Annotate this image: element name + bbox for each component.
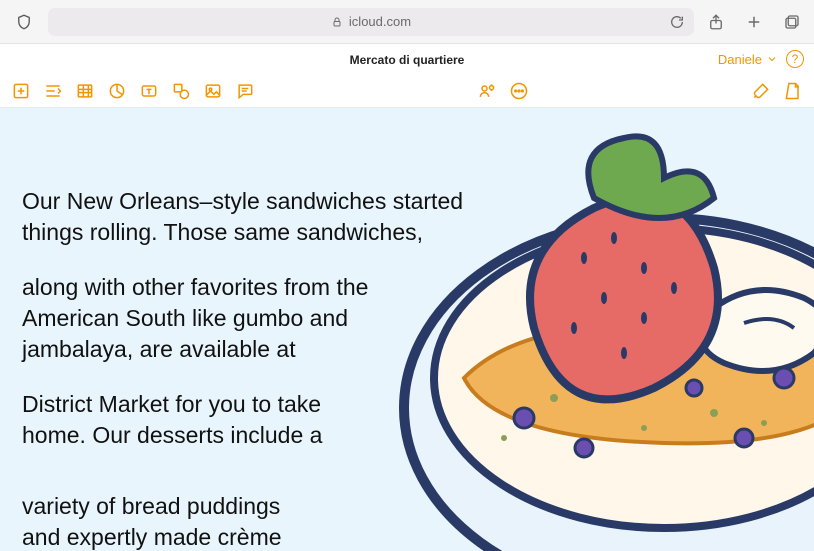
shape-button[interactable]	[170, 80, 192, 102]
chart-button[interactable]	[106, 80, 128, 102]
reload-button[interactable]	[668, 13, 686, 31]
paragraph: along with other favorites from the Amer…	[22, 272, 382, 365]
document-settings-button[interactable]	[782, 80, 804, 102]
user-menu-button[interactable]: Daniele	[718, 52, 778, 67]
tabs-overview-button[interactable]	[780, 10, 804, 34]
url-field[interactable]: icloud.com	[48, 8, 694, 36]
add-button[interactable]	[10, 80, 32, 102]
new-tab-button[interactable]	[742, 10, 766, 34]
lock-icon	[331, 16, 343, 28]
collaborate-button[interactable]	[476, 80, 498, 102]
toolbar	[0, 74, 814, 108]
url-center: icloud.com	[331, 14, 411, 29]
paragraph: variety of bread puddings and expertly m…	[22, 491, 322, 551]
url-host-text: icloud.com	[349, 14, 411, 29]
paragraph: District Market for you to take home. Ou…	[22, 389, 342, 451]
help-button[interactable]: ?	[786, 50, 804, 68]
dessert-illustration	[344, 108, 814, 551]
document-title: Mercato di quartiere	[0, 53, 814, 67]
image-button[interactable]	[202, 80, 224, 102]
format-brush-button[interactable]	[750, 80, 772, 102]
app-header: Mercato di quartiere Daniele ?	[0, 44, 814, 74]
privacy-shield-button[interactable]	[10, 8, 38, 36]
indent-button[interactable]	[42, 80, 64, 102]
browser-right-controls	[704, 10, 804, 34]
table-button[interactable]	[74, 80, 96, 102]
more-button[interactable]	[508, 80, 530, 102]
browser-address-bar: icloud.com	[0, 0, 814, 44]
textbox-button[interactable]	[138, 80, 160, 102]
document-canvas[interactable]: Our New Orleans–style sandwiches started…	[0, 108, 814, 551]
chevron-down-icon	[766, 53, 778, 65]
comment-button[interactable]	[234, 80, 256, 102]
user-name-label: Daniele	[718, 52, 762, 67]
share-button[interactable]	[704, 10, 728, 34]
